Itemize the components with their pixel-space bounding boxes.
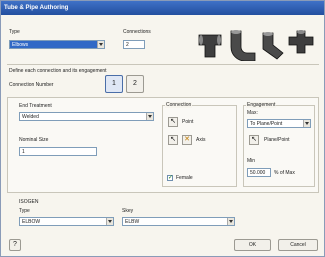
min-input[interactable]: 50.000 <box>247 168 271 177</box>
isogen-skey-dropdown[interactable]: ELBW <box>122 217 235 226</box>
type-dropdown[interactable]: Elbows <box>9 40 105 49</box>
nominal-size-input[interactable]: 1 <box>19 147 97 156</box>
help-icon[interactable]: ? <box>9 239 21 251</box>
connection-number-label: Connection Number <box>9 82 54 88</box>
type-label: Type <box>9 29 20 35</box>
isogen-skey-label: Skey <box>122 208 134 214</box>
connections-label: Connections <box>123 29 151 35</box>
pointer-icon[interactable]: ↖ <box>249 135 259 145</box>
window-title: Tube & Pipe Authoring <box>1 1 324 15</box>
engagement-header: Define each connection and its engagemen… <box>9 68 107 74</box>
chevron-down-icon[interactable] <box>146 113 153 120</box>
isogen-type-label: Type <box>19 208 30 214</box>
end-treatment-value: Welded <box>22 114 39 120</box>
isogen-skey-value: ELBW <box>125 219 140 225</box>
chevron-down-icon[interactable] <box>106 218 113 225</box>
type-dropdown-value: Elbows <box>12 42 29 48</box>
connection-1-button[interactable]: 1 <box>105 75 123 93</box>
max-value: To Plane/Point <box>250 121 283 127</box>
end-treatment-dropdown[interactable]: Welded <box>19 112 154 121</box>
max-dropdown[interactable]: To Plane/Point <box>247 119 311 128</box>
end-treatment-label: End Treatment <box>19 103 52 109</box>
female-checkbox[interactable]: ✓ <box>167 175 173 181</box>
cancel-button[interactable]: Cancel <box>278 239 318 251</box>
isogen-type-value: ELBOW <box>22 219 41 225</box>
ok-button[interactable]: OK <box>234 239 271 251</box>
tee-fitting-icon <box>198 34 222 58</box>
female-label: Female <box>176 175 193 181</box>
point-label: Point <box>182 119 194 125</box>
separator <box>7 64 319 65</box>
axis-icon[interactable]: ✕ <box>182 135 192 145</box>
chevron-down-icon[interactable] <box>303 120 310 127</box>
isogen-title: ISOGEN <box>19 199 39 205</box>
fitting-preview-icons <box>198 30 314 61</box>
max-label: Max: <box>247 110 258 116</box>
chevron-down-icon[interactable] <box>227 218 234 225</box>
connections-stepper[interactable]: 2 <box>123 40 145 49</box>
pointer-icon[interactable]: ↖ <box>168 117 178 127</box>
min-unit-label: % of Max <box>274 170 295 176</box>
tube-pipe-authoring-dialog: Tube & Pipe Authoring Type Elbows Connec… <box>0 0 325 257</box>
cross-fitting-icon <box>288 30 314 54</box>
min-label: Min <box>247 158 256 164</box>
chevron-down-icon[interactable] <box>97 41 104 48</box>
connection-2-button[interactable]: 2 <box>126 75 144 93</box>
connections-value: 2 <box>126 42 129 48</box>
connection-group-title: Connection <box>165 102 193 108</box>
elbow-fitting-icon <box>230 30 256 61</box>
isogen-type-dropdown[interactable]: ELBOW <box>19 217 114 226</box>
plane-point-label: Plane/Point <box>264 137 290 143</box>
engagement-group-title: Engagement <box>246 102 277 108</box>
elbow-45-fitting-icon <box>262 32 284 60</box>
pointer-icon[interactable]: ↖ <box>168 135 178 145</box>
nominal-size-label: Nominal Size <box>19 137 49 143</box>
axis-label: Axis <box>196 137 206 143</box>
